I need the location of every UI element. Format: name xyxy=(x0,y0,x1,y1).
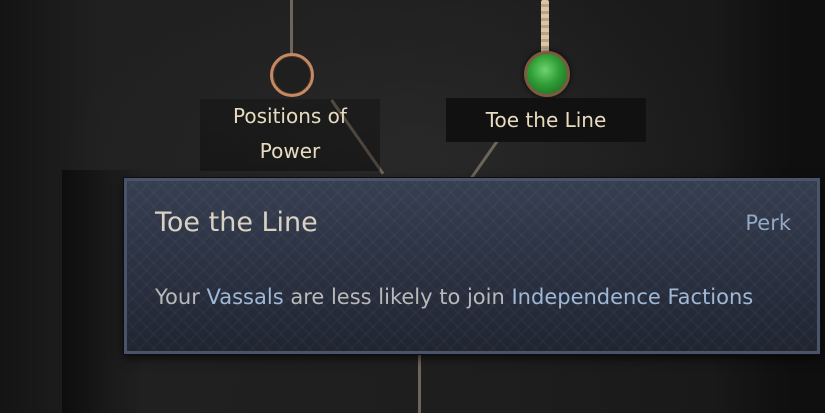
connector-line-bottom xyxy=(418,354,421,413)
active-connector-rope xyxy=(541,0,549,54)
perk-tooltip: Toe the Line Perk Your Vassals are less … xyxy=(124,178,820,354)
perk-node-toe-the-line[interactable] xyxy=(524,51,570,97)
perk-label-toe-the-line[interactable]: Toe the Line xyxy=(446,98,646,142)
tooltip-title: Toe the Line xyxy=(155,207,318,238)
perk-label-text: Toe the Line xyxy=(485,108,607,132)
keyword-vassals[interactable]: Vassals xyxy=(207,285,284,309)
connector-line-top-left xyxy=(290,0,293,54)
keyword-independence-factions[interactable]: Independence Factions xyxy=(511,285,753,309)
desc-text-1: Your xyxy=(155,285,207,309)
perk-label-text: Positions of Power xyxy=(233,104,347,163)
tooltip-type: Perk xyxy=(745,211,791,235)
tooltip-description: Your Vassals are less likely to join Ind… xyxy=(155,285,753,309)
perk-node-positions-of-power[interactable] xyxy=(270,53,314,97)
desc-text-2: are less likely to join xyxy=(283,285,512,309)
perk-label-positions-of-power[interactable]: Positions of Power xyxy=(200,99,380,171)
